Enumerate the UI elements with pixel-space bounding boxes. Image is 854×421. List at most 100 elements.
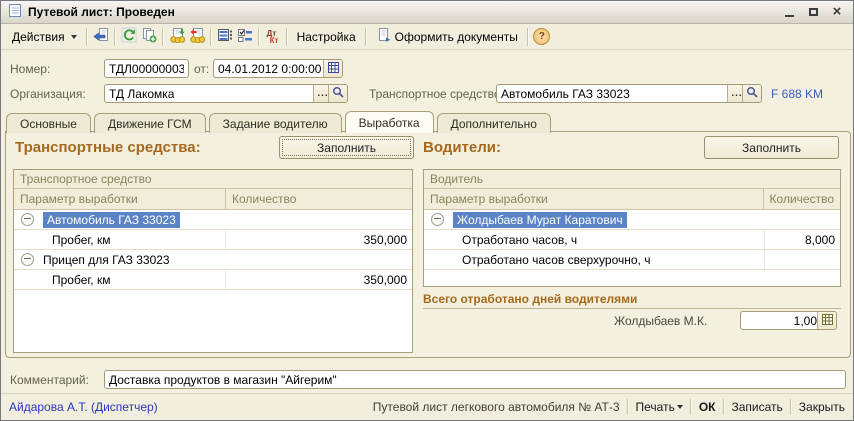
- calendar-button[interactable]: [323, 60, 342, 77]
- drivers-table-group-header: Водитель: [424, 170, 840, 189]
- close-form-button[interactable]: Закрыть: [799, 400, 845, 414]
- toolbar-separator: [365, 28, 367, 46]
- close-button[interactable]: ×: [830, 5, 844, 19]
- organization-input[interactable]: ТД Лакомка ...: [104, 84, 348, 103]
- window-controls: ×: [782, 5, 846, 19]
- drivers-table-columns: Параметр выработки Количество: [424, 189, 840, 210]
- help-button[interactable]: ?: [532, 27, 552, 47]
- table-row[interactable]: Пробег, км 350,000: [14, 270, 412, 290]
- toolbar-separator: [286, 28, 288, 46]
- refresh-button[interactable]: [119, 27, 139, 47]
- tab-additional[interactable]: Дополнительно: [437, 113, 551, 133]
- magnifier-icon: [746, 86, 758, 101]
- settings-button[interactable]: Настройка: [291, 28, 362, 46]
- refresh-icon: [121, 27, 137, 46]
- footer-separator: [690, 399, 692, 415]
- document-type-label: Путевой лист легкового автомобиля № АТ-3: [373, 400, 620, 414]
- chevron-down-icon: [71, 35, 77, 39]
- toolbar-separator: [162, 28, 164, 46]
- total-days-title: Всего отработано дней водителями: [423, 292, 841, 309]
- document-icon: [8, 3, 22, 21]
- toolbar-separator: [258, 28, 260, 46]
- checkbox-list-icon: [237, 27, 253, 46]
- footer-separator: [723, 399, 725, 415]
- actions-button[interactable]: Действия: [6, 28, 83, 46]
- vehicle-plate: F 688 KM: [771, 87, 823, 101]
- title-bar: Путевой лист: Проведен ×: [1, 1, 853, 24]
- rows-list-icon: [217, 27, 233, 46]
- copy-plus-icon: [141, 27, 157, 46]
- table-row[interactable]: Пробег, км 350,000: [14, 230, 412, 250]
- status-bar: Айдарова А.Т. (Диспетчер) Путевой лист л…: [1, 393, 853, 420]
- save-button[interactable]: Записать: [732, 400, 783, 414]
- copy-document-button[interactable]: [139, 27, 159, 47]
- vehicles-table[interactable]: Транспортное средство Параметр выработки…: [13, 169, 413, 353]
- calculator-icon: [822, 314, 833, 328]
- table-row[interactable]: Автомобиль ГАЗ 33023: [14, 210, 412, 230]
- footer-separator: [627, 399, 629, 415]
- output-tab-panel: Транспортные средства: Заполнить Транспо…: [5, 131, 851, 358]
- table-row[interactable]: Жолдыбаев Мурат Каратович: [424, 210, 840, 230]
- issue-documents-button[interactable]: Оформить документы: [370, 25, 524, 48]
- comment-input[interactable]: Доставка продуктов в магазин "Айгерим": [104, 370, 846, 389]
- table-row[interactable]: Отработано часов, ч 8,000: [424, 230, 840, 250]
- table-row[interactable]: Прицеп для ГАЗ 33023: [14, 250, 412, 270]
- calculator-button[interactable]: [817, 312, 836, 329]
- waybill-window: Путевой лист: Проведен × Действия: [0, 0, 854, 421]
- debit-credit-button[interactable]: Дт Кт: [263, 27, 283, 47]
- organization-label: Организация:: [10, 87, 86, 101]
- chevron-down-icon: [677, 405, 683, 409]
- magnifier-icon: [332, 86, 344, 101]
- drivers-fill-button[interactable]: Заполнить: [704, 136, 839, 159]
- drivers-table[interactable]: Водитель Параметр выработки Количество Ж…: [423, 169, 841, 287]
- help-icon: ?: [533, 28, 550, 45]
- toolbar-separator: [527, 28, 529, 46]
- table-row[interactable]: Отработано часов сверхурочно, ч: [424, 250, 840, 270]
- collapse-icon[interactable]: [21, 213, 34, 226]
- footer-separator: [790, 399, 792, 415]
- tab-strip: Основные Движение ГСМ Задание водителю В…: [6, 111, 551, 133]
- print-button[interactable]: Печать: [636, 400, 683, 414]
- ok-button[interactable]: ОК: [699, 400, 716, 414]
- tab-output[interactable]: Выработка: [345, 111, 434, 133]
- vehicle-search-button[interactable]: [742, 85, 761, 102]
- checkbox-list-button[interactable]: [235, 27, 255, 47]
- drivers-section-title: Водители:: [423, 139, 501, 156]
- debit-credit-icon: Дт Кт: [267, 30, 279, 44]
- column-param[interactable]: Параметр выработки: [14, 189, 226, 209]
- repost-document-button[interactable]: [91, 27, 111, 47]
- unpost-document-button[interactable]: [187, 27, 207, 47]
- maximize-button[interactable]: [806, 5, 820, 19]
- vehicle-input[interactable]: Автомобиль ГАЗ 33023 ...: [496, 84, 762, 103]
- number-label: Номер:: [10, 62, 50, 76]
- column-param[interactable]: Параметр выработки: [424, 189, 764, 209]
- window-title: Путевой лист: Проведен: [28, 5, 175, 19]
- column-qty[interactable]: Количество: [226, 189, 302, 209]
- date-input[interactable]: 04.01.2012 0:00:00: [213, 59, 343, 78]
- calendar-icon: [328, 62, 339, 76]
- toolbar: Действия: [1, 24, 853, 50]
- total-days-input[interactable]: 1,00: [740, 311, 837, 330]
- tab-fuel-movement[interactable]: Движение ГСМ: [94, 113, 206, 133]
- post-document-button[interactable]: [167, 27, 187, 47]
- vehicles-fill-button[interactable]: Заполнить: [279, 136, 414, 159]
- collapse-icon[interactable]: [431, 213, 444, 226]
- comment-label: Комментарий:: [10, 373, 89, 387]
- collapse-icon[interactable]: [21, 253, 34, 266]
- actions-label: Действия: [12, 30, 65, 44]
- unpost-coins-icon: [189, 27, 205, 46]
- list-structure-button[interactable]: [215, 27, 235, 47]
- total-driver-label: Жолдыбаев М.К.: [614, 314, 707, 328]
- toolbar-separator: [114, 28, 116, 46]
- number-input[interactable]: ТДЛ00000003: [104, 59, 189, 78]
- tab-main[interactable]: Основные: [6, 113, 91, 133]
- vehicle-group-label: Прицеп для ГАЗ 33023: [43, 253, 170, 267]
- column-qty[interactable]: Количество: [764, 189, 840, 209]
- document-arrow-icon: [93, 27, 109, 46]
- vehicle-label: Транспортное средство:: [369, 87, 504, 101]
- date-from-label: от:: [194, 62, 209, 76]
- minimize-button[interactable]: [782, 5, 796, 19]
- post-coins-icon: [169, 27, 185, 46]
- tab-driver-task[interactable]: Задание водителю: [209, 113, 342, 133]
- organization-search-button[interactable]: [328, 85, 347, 102]
